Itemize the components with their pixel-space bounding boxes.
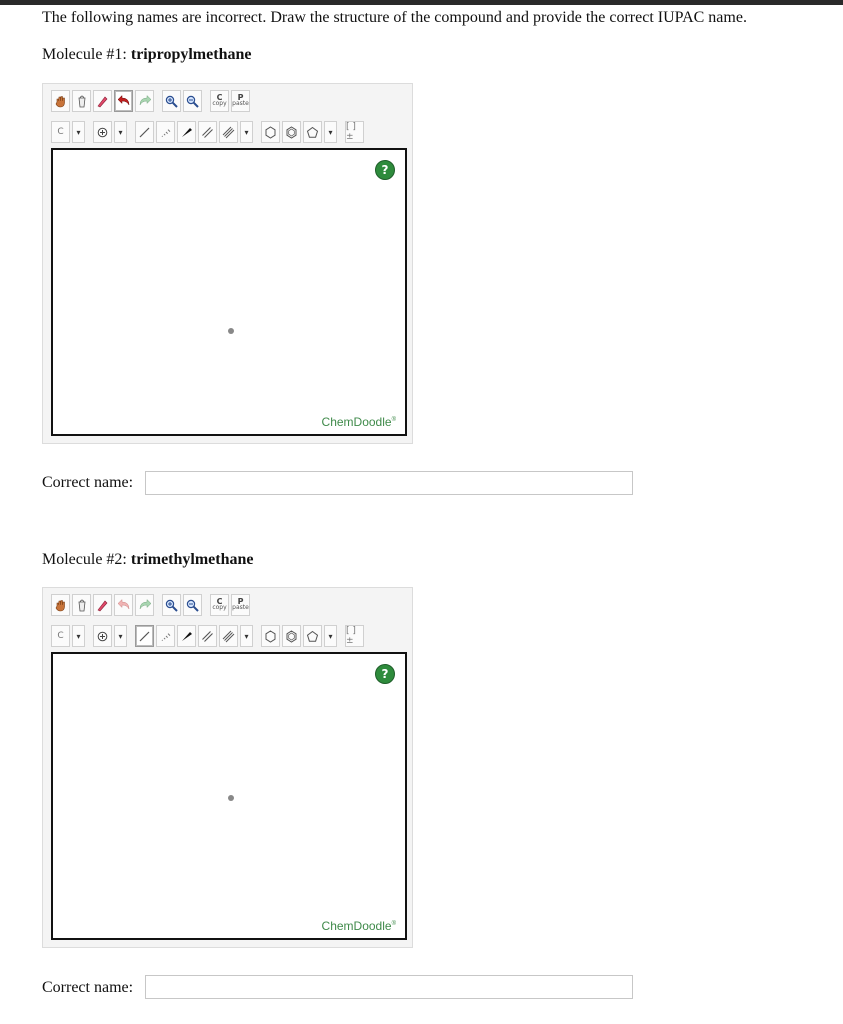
molecule-2-title: Molecule #2: trimethylmethane	[42, 551, 254, 569]
ring-dropdown-button[interactable]: ▾	[324, 121, 337, 143]
pan-hand-icon[interactable]	[51, 594, 70, 616]
undo-icon[interactable]	[114, 594, 133, 616]
chemdoodle-logo: ChemDoodle®	[322, 919, 396, 933]
molecule-1-label: Molecule #1:	[42, 46, 127, 63]
chemdoodle-sketcher-1: Ccopy Ppaste C ▾ ▾ ▾ ▾ []± ? ChemDoodle…	[42, 83, 413, 444]
benzene-icon[interactable]	[282, 121, 301, 143]
zoom-out-icon[interactable]	[183, 90, 202, 112]
charge-dropdown-button[interactable]: ▾	[114, 121, 127, 143]
answer-2-label: Correct name:	[42, 979, 134, 996]
bracket-label-button[interactable]: [ ]±	[345, 121, 364, 143]
pan-hand-icon[interactable]	[51, 90, 70, 112]
charge-dropdown-button[interactable]: ▾	[114, 625, 127, 647]
brand-text: ChemDoodle	[321, 919, 392, 933]
wedge-bond-icon[interactable]	[177, 625, 196, 647]
answer-1-label: Correct name:	[42, 474, 134, 491]
copy-label: copy	[212, 604, 227, 611]
zoom-in-icon[interactable]	[162, 594, 181, 616]
top-bar	[0, 0, 843, 5]
double-bond-icon[interactable]	[198, 625, 217, 647]
molecule-1-name: tripropylmethane	[130, 46, 252, 63]
sketcher-2-toolbar-row-1: Ccopy Ppaste	[51, 593, 252, 617]
charge-plus-icon[interactable]	[93, 121, 112, 143]
atom-carbon-button[interactable]: C	[51, 625, 70, 647]
cyclohexane-icon[interactable]	[261, 625, 280, 647]
undo-icon[interactable]	[114, 90, 133, 112]
triple-bond-icon[interactable]	[219, 121, 238, 143]
atom-carbon-button[interactable]: C	[51, 121, 70, 143]
copy-button[interactable]: Ccopy	[210, 90, 229, 112]
redo-icon[interactable]	[135, 90, 154, 112]
brand-mark: ®	[391, 921, 396, 927]
paste-button[interactable]: Ppaste	[231, 90, 250, 112]
molecule-1-title: Molecule #1: tripropylmethane	[42, 46, 251, 64]
sketcher-1-toolbar-row-2: C ▾ ▾ ▾ ▾ [ ]±	[51, 120, 366, 144]
bond-dropdown-button[interactable]: ▾	[240, 625, 253, 647]
answer-1-input[interactable]	[145, 471, 633, 495]
single-bond-icon[interactable]	[135, 625, 154, 647]
hashed-bond-icon[interactable]	[156, 625, 175, 647]
charge-plus-icon[interactable]	[93, 625, 112, 647]
zoom-out-icon[interactable]	[183, 594, 202, 616]
molecule-2-name: trimethylmethane	[130, 551, 254, 568]
help-icon[interactable]: ?	[375, 160, 395, 180]
copy-button[interactable]: Ccopy	[210, 594, 229, 616]
ring-dropdown-button[interactable]: ▾	[324, 625, 337, 647]
sketcher-1-toolbar-row-1: Ccopy Ppaste	[51, 89, 252, 113]
double-bond-icon[interactable]	[198, 121, 217, 143]
eraser-icon[interactable]	[93, 594, 112, 616]
sketcher-2-toolbar-row-2: C ▾ ▾ ▾ ▾ [ ]±	[51, 624, 366, 648]
canvas-center-dot	[228, 795, 234, 801]
bracket-label-button[interactable]: [ ]±	[345, 625, 364, 647]
copy-label: copy	[212, 100, 227, 107]
question-instructions: The following names are incorrect. Draw …	[42, 9, 747, 26]
hashed-bond-icon[interactable]	[156, 121, 175, 143]
wedge-bond-icon[interactable]	[177, 121, 196, 143]
atom-dropdown-button[interactable]: ▾	[72, 121, 85, 143]
answer-2-input[interactable]	[145, 975, 633, 999]
paste-label: paste	[232, 100, 249, 107]
sketcher-1-canvas[interactable]: ? ChemDoodle®	[51, 148, 407, 436]
bond-dropdown-button[interactable]: ▾	[240, 121, 253, 143]
cyclopentane-icon[interactable]	[303, 625, 322, 647]
brand-text: ChemDoodle	[321, 415, 392, 429]
brand-mark: ®	[391, 417, 396, 423]
cyclopentane-icon[interactable]	[303, 121, 322, 143]
canvas-center-dot	[228, 328, 234, 334]
clear-bucket-icon[interactable]	[72, 90, 91, 112]
triple-bond-icon[interactable]	[219, 625, 238, 647]
chemdoodle-sketcher-2: Ccopy Ppaste C ▾ ▾ ▾ ▾ []± ? ChemDoodle…	[42, 587, 413, 948]
redo-icon[interactable]	[135, 594, 154, 616]
sketcher-2-canvas[interactable]: ? ChemDoodle®	[51, 652, 407, 940]
zoom-in-icon[interactable]	[162, 90, 181, 112]
atom-dropdown-button[interactable]: ▾	[72, 625, 85, 647]
molecule-2-label: Molecule #2:	[42, 551, 127, 568]
clear-bucket-icon[interactable]	[72, 594, 91, 616]
eraser-icon[interactable]	[93, 90, 112, 112]
chemdoodle-logo: ChemDoodle®	[322, 415, 396, 429]
single-bond-icon[interactable]	[135, 121, 154, 143]
benzene-icon[interactable]	[282, 625, 301, 647]
help-icon[interactable]: ?	[375, 664, 395, 684]
paste-label: paste	[232, 604, 249, 611]
cyclohexane-icon[interactable]	[261, 121, 280, 143]
paste-button[interactable]: Ppaste	[231, 594, 250, 616]
